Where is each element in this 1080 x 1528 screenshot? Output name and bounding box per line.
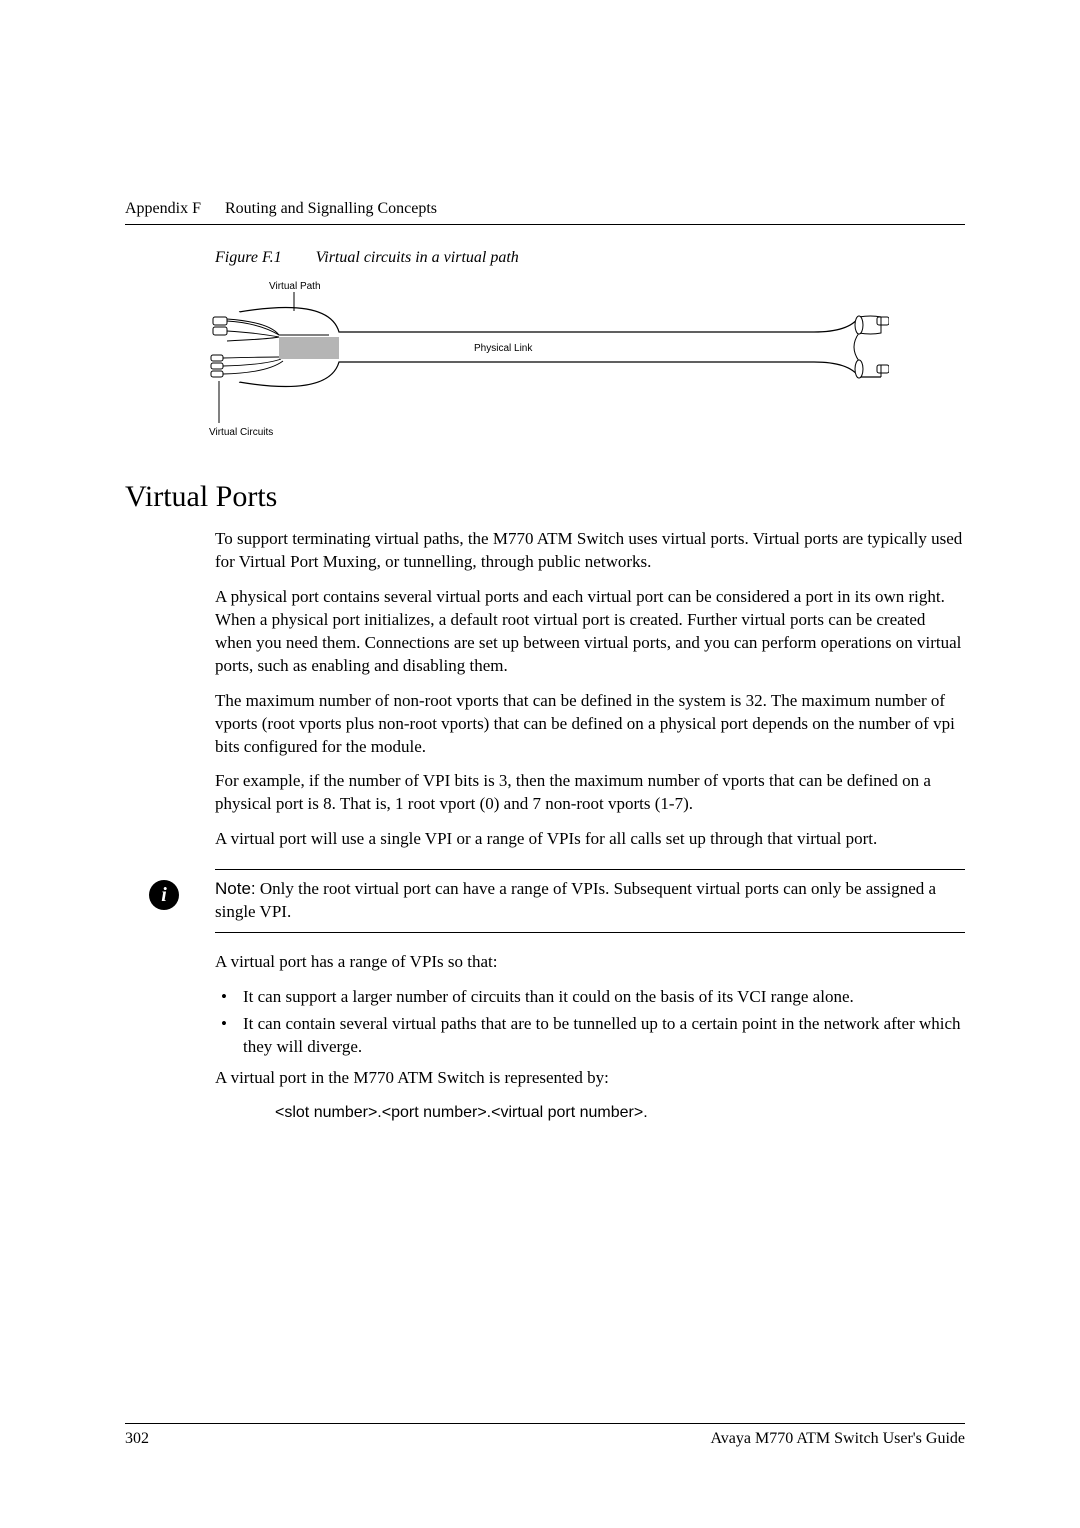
note-body: Only the root virtual port can have a ra… <box>215 879 936 921</box>
note-label: Note: <box>215 879 256 898</box>
label-virtual-circuits: Virtual Circuits <box>209 427 273 438</box>
header-rule <box>125 224 965 225</box>
paragraph: For example, if the number of VPI bits i… <box>215 770 965 816</box>
label-physical-link: Physical Link <box>474 343 533 354</box>
info-icon: i <box>149 880 179 910</box>
figure-number: Figure F.1 <box>215 249 282 266</box>
figure-title: Virtual circuits in a virtual path <box>316 249 519 266</box>
footer-rule <box>125 1423 965 1424</box>
chapter-title: Routing and Signalling Concepts <box>225 200 437 218</box>
list-item-text: It can contain several virtual paths tha… <box>243 1013 965 1059</box>
note-rule-bottom <box>215 932 965 933</box>
page-number: 302 <box>125 1430 149 1448</box>
list-item-text: It can support a larger number of circui… <box>243 986 854 1009</box>
appendix-label: Appendix F <box>125 200 201 218</box>
running-header: Appendix F Routing and Signalling Concep… <box>125 200 965 218</box>
note-block: i Note: Only the root virtual port can h… <box>125 869 965 933</box>
syntax-line: <slot number>.<port number>.<virtual por… <box>275 1102 965 1124</box>
doc-title: Avaya M770 ATM Switch User's Guide <box>710 1430 965 1448</box>
paragraph: The maximum number of non-root vports th… <box>215 690 965 759</box>
paragraph: A virtual port in the M770 ATM Switch is… <box>215 1067 965 1090</box>
figure-caption: Figure F.1 Virtual circuits in a virtual… <box>215 249 965 267</box>
page-footer: 302 Avaya M770 ATM Switch User's Guide <box>125 1423 965 1448</box>
label-virtual-path: Virtual Path <box>269 281 321 292</box>
virtual-path-diagram: Virtual Path Physical Link Virtual Circu… <box>209 277 889 452</box>
body-content: To support terminating virtual paths, th… <box>215 528 965 851</box>
body-content-after-note: A virtual port has a range of VPIs so th… <box>215 951 965 1123</box>
paragraph: To support terminating virtual paths, th… <box>215 528 965 574</box>
list-item: •It can support a larger number of circu… <box>215 986 965 1009</box>
paragraph: A virtual port has a range of VPIs so th… <box>215 951 965 974</box>
bullet-list: •It can support a larger number of circu… <box>215 986 965 1059</box>
section-heading-virtual-ports: Virtual Ports <box>125 480 965 514</box>
note-text: Note: Only the root virtual port can hav… <box>215 878 965 924</box>
note-icon-wrap: i <box>125 878 215 910</box>
paragraph: A virtual port will use a single VPI or … <box>215 828 965 851</box>
paragraph: A physical port contains several virtual… <box>215 586 965 678</box>
list-item: •It can contain several virtual paths th… <box>215 1013 965 1059</box>
